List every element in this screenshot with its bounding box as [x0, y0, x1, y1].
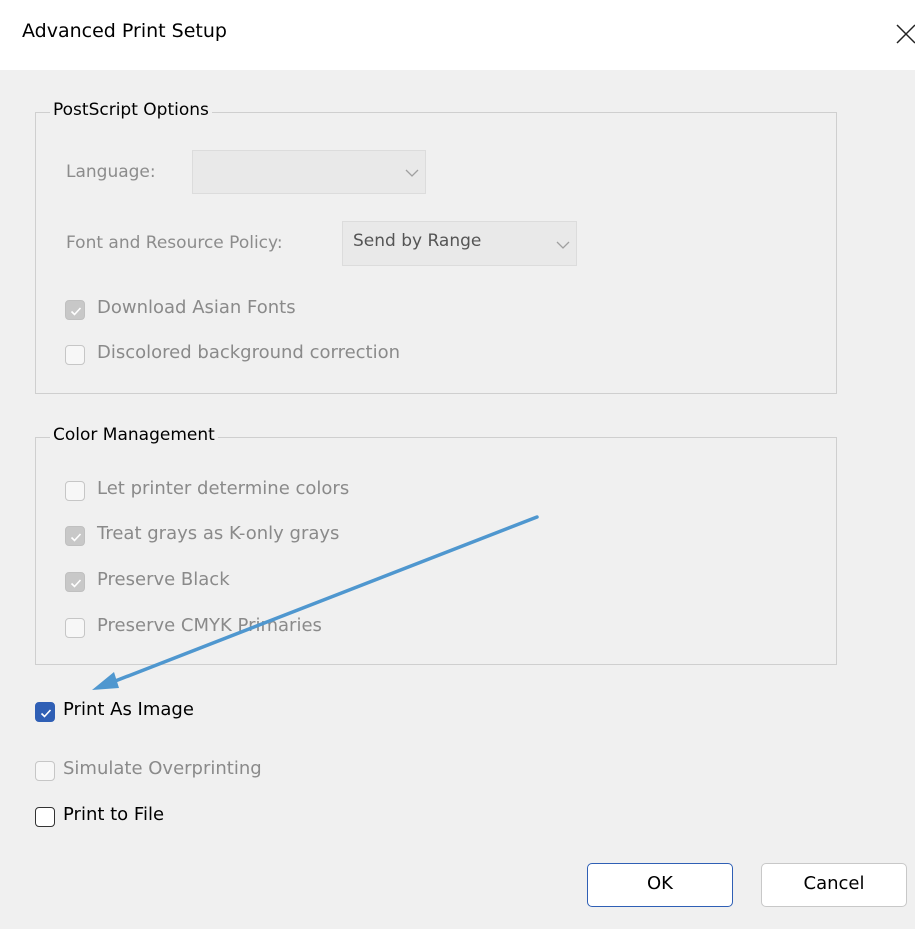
checkbox-unchecked-icon: [65, 481, 85, 501]
print-to-file-checkbox[interactable]: Print to File: [35, 804, 215, 832]
chevron-down-icon: [548, 222, 578, 265]
preserve-cmyk-primaries-checkbox[interactable]: Preserve CMYK Primaries: [65, 615, 385, 643]
discolored-background-correction-label: Discolored background correction: [97, 342, 401, 363]
preserve-cmyk-primaries-label: Preserve CMYK Primaries: [97, 615, 322, 636]
checkbox-unchecked-icon: [35, 807, 55, 827]
chevron-down-icon: [397, 151, 427, 193]
print-as-image-label: Print As Image: [63, 699, 194, 720]
download-asian-fonts-label: Download Asian Fonts: [97, 297, 296, 318]
close-icon[interactable]: [894, 18, 915, 46]
language-select[interactable]: [192, 150, 426, 194]
print-as-image-checkbox[interactable]: Print As Image: [35, 699, 235, 727]
preserve-black-label: Preserve Black: [97, 569, 230, 590]
print-to-file-label: Print to File: [63, 804, 165, 825]
let-printer-determine-colors-label: Let printer determine colors: [97, 478, 350, 499]
treat-grays-k-only-checkbox[interactable]: Treat grays as K-only grays: [65, 523, 395, 551]
checkbox-checked-icon: [65, 572, 85, 592]
color-management-legend: Color Management: [50, 425, 218, 445]
ok-button[interactable]: OK: [587, 863, 733, 907]
checkbox-unchecked-icon: [65, 618, 85, 638]
checkbox-unchecked-icon: [65, 345, 85, 365]
preserve-black-checkbox[interactable]: Preserve Black: [65, 569, 305, 597]
checkbox-checked-icon: [65, 526, 85, 546]
treat-grays-k-only-label: Treat grays as K-only grays: [97, 523, 340, 544]
font-resource-policy-select[interactable]: Send by Range: [342, 221, 577, 266]
simulate-overprinting-checkbox[interactable]: Simulate Overprinting: [35, 758, 315, 786]
language-label: Language:: [66, 162, 156, 182]
font-resource-policy-value: Send by Range: [353, 231, 482, 251]
checkbox-unchecked-icon: [35, 761, 55, 781]
simulate-overprinting-label: Simulate Overprinting: [63, 758, 262, 779]
let-printer-determine-colors-checkbox[interactable]: Let printer determine colors: [65, 478, 395, 506]
discolored-background-correction-checkbox[interactable]: Discolored background correction: [65, 342, 445, 370]
postscript-options-legend: PostScript Options: [50, 100, 212, 120]
font-resource-policy-label: Font and Resource Policy:: [66, 233, 283, 253]
cancel-button[interactable]: Cancel: [761, 863, 907, 907]
download-asian-fonts-checkbox[interactable]: Download Asian Fonts: [65, 297, 365, 325]
dialog-title: Advanced Print Setup: [22, 20, 227, 42]
checkbox-checked-icon: [35, 702, 55, 722]
advanced-print-setup-dialog: Advanced Print Setup PostScript Options …: [0, 0, 915, 929]
title-bar: Advanced Print Setup: [0, 0, 915, 70]
checkbox-checked-icon: [65, 300, 85, 320]
